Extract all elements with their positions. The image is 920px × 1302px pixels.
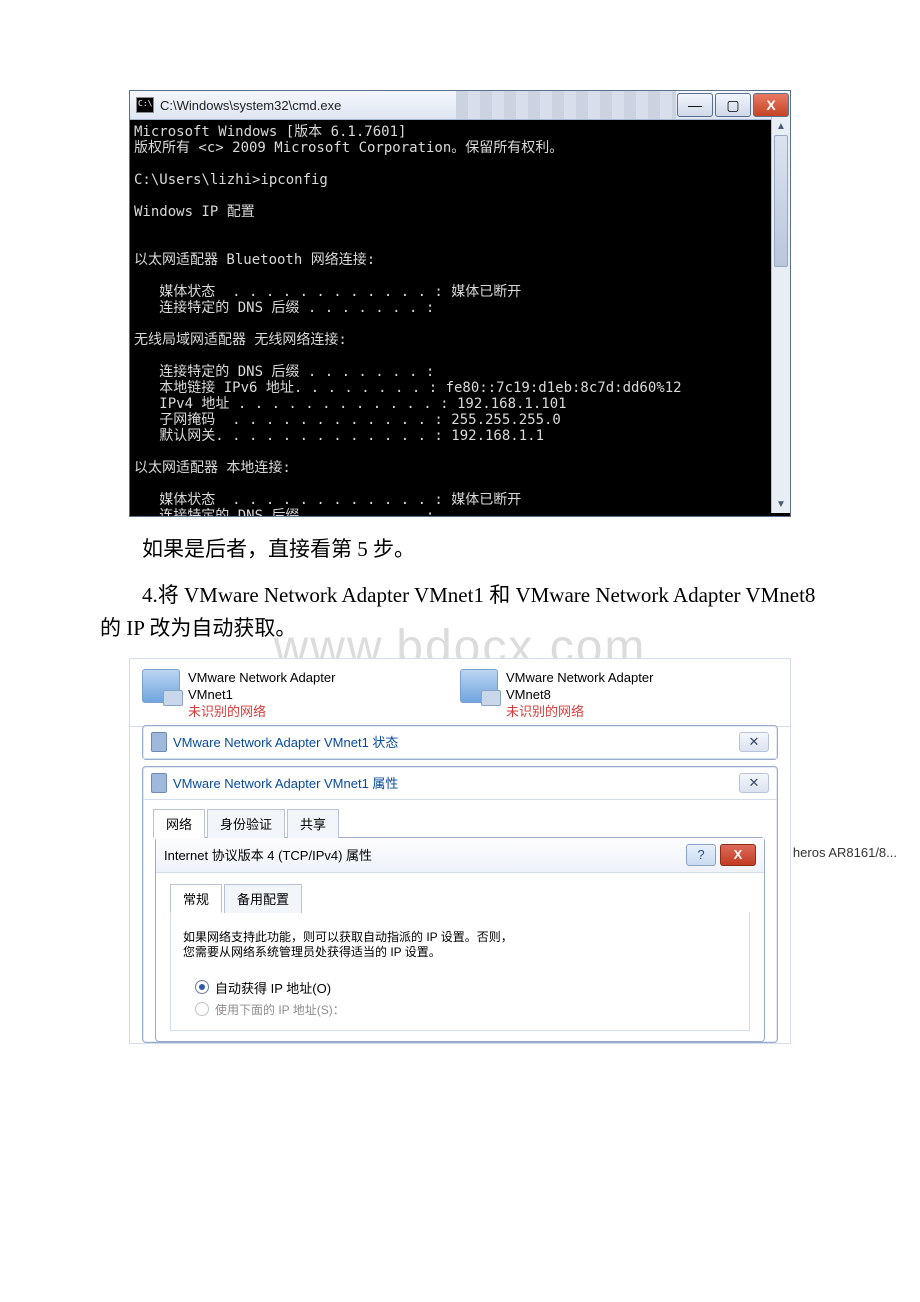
cmd-system-icon xyxy=(136,97,154,113)
status-dialog: VMware Network Adapter VMnet1 状态 ✕ xyxy=(142,725,778,760)
status-dialog-close-button[interactable]: ✕ xyxy=(739,732,769,752)
radio-manual-ip[interactable]: 使用下面的 IP 地址(S)： xyxy=(195,1001,743,1018)
tab-auth[interactable]: 身份验证 xyxy=(207,809,285,838)
network-adapter-icon xyxy=(142,669,180,703)
adapter-vmnet1[interactable]: VMware Network Adapter VMnet1 未识别的网络 xyxy=(142,669,460,720)
properties-dialog: VMware Network Adapter VMnet1 属性 ✕ heros… xyxy=(142,766,778,1043)
cmd-titlebar[interactable]: C:\Windows\system32\cmd.exe — ▢ X xyxy=(130,91,790,120)
tab-alternate[interactable]: 备用配置 xyxy=(224,884,302,913)
cmd-title: C:\Windows\system32\cmd.exe xyxy=(160,98,456,113)
adapter1-name: VMware Network Adapter xyxy=(188,669,335,686)
radio-auto-label: 自动获得 IP 地址(O) xyxy=(215,978,331,997)
adapter1-state: 未识别的网络 xyxy=(188,703,335,720)
adapter-small-icon xyxy=(151,732,167,752)
cmd-output: Microsoft Windows [版本 6.1.7601] 版权所有 <c>… xyxy=(130,120,790,516)
minimize-button[interactable]: — xyxy=(677,93,713,117)
tab-share[interactable]: 共享 xyxy=(287,809,339,838)
scroll-up-icon[interactable]: ▲ xyxy=(772,117,790,135)
cmd-window: C:\Windows\system32\cmd.exe — ▢ X Micros… xyxy=(129,90,791,517)
doc-paragraph-1: 如果是后者，直接看第 5 步。 xyxy=(100,533,820,567)
adapter-vmnet8[interactable]: VMware Network Adapter VMnet8 未识别的网络 xyxy=(460,669,778,720)
radio-manual-label: 使用下面的 IP 地址(S)： xyxy=(215,1001,345,1018)
scroll-thumb[interactable] xyxy=(774,135,788,267)
radio-on-icon xyxy=(195,980,209,994)
adapter2-sub: VMnet8 xyxy=(506,686,653,703)
network-panel: VMware Network Adapter VMnet1 未识别的网络 VMw… xyxy=(129,658,791,1044)
titlebar-fade xyxy=(456,91,676,119)
radio-auto-ip[interactable]: 自动获得 IP 地址(O) xyxy=(195,978,743,997)
background-driver-text: heros AR8161/8... xyxy=(793,845,897,860)
ipv4-info-text: 如果网络支持此功能，则可以获取自动指派的 IP 设置。否则， 您需要从网络系统管… xyxy=(183,930,737,960)
help-button[interactable]: ? xyxy=(686,844,716,866)
tab-network[interactable]: 网络 xyxy=(153,809,205,838)
adapter-row: VMware Network Adapter VMnet1 未识别的网络 VMw… xyxy=(130,659,790,727)
network-adapter-icon xyxy=(460,669,498,703)
doc-paragraph-2: 4.将 VMware Network Adapter VMnet1 和 VMwa… xyxy=(100,579,820,646)
close-button[interactable]: X xyxy=(753,93,789,117)
prop-dialog-title: VMware Network Adapter VMnet1 属性 xyxy=(173,773,739,792)
adapter2-name: VMware Network Adapter xyxy=(506,669,653,686)
ipv4-dialog-title: Internet 协议版本 4 (TCP/IPv4) 属性 xyxy=(164,845,686,864)
adapter-small-icon xyxy=(151,773,167,793)
adapter2-state: 未识别的网络 xyxy=(506,703,653,720)
ipv4-dialog: Internet 协议版本 4 (TCP/IPv4) 属性 ? X 常规 备用配… xyxy=(155,837,765,1042)
prop-dialog-close-button[interactable]: ✕ xyxy=(739,773,769,793)
radio-off-icon xyxy=(195,1002,209,1016)
maximize-button[interactable]: ▢ xyxy=(715,93,751,117)
tab-general[interactable]: 常规 xyxy=(170,884,222,913)
adapter1-sub: VMnet1 xyxy=(188,686,335,703)
cmd-scrollbar[interactable]: ▲ ▼ xyxy=(771,117,790,513)
status-dialog-title: VMware Network Adapter VMnet1 状态 xyxy=(173,732,739,751)
ipv4-close-button[interactable]: X xyxy=(720,844,756,866)
scroll-down-icon[interactable]: ▼ xyxy=(772,495,790,513)
prop-tabs: 网络 身份验证 共享 xyxy=(143,800,777,837)
